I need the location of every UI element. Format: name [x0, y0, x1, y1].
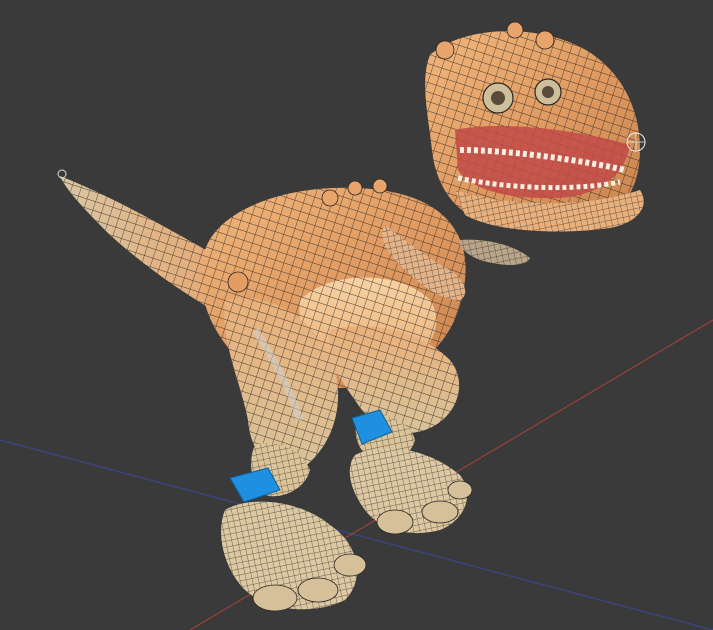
t-rex-model[interactable] [57, 21, 646, 612]
foot-left-mesh[interactable] [221, 501, 367, 612]
head-mesh[interactable] [425, 21, 646, 232]
3d-viewport[interactable] [0, 0, 713, 630]
viewport-scene[interactable] [0, 0, 713, 630]
foot-right-mesh[interactable] [349, 447, 473, 535]
tail-tip-handle-icon[interactable] [57, 169, 67, 179]
